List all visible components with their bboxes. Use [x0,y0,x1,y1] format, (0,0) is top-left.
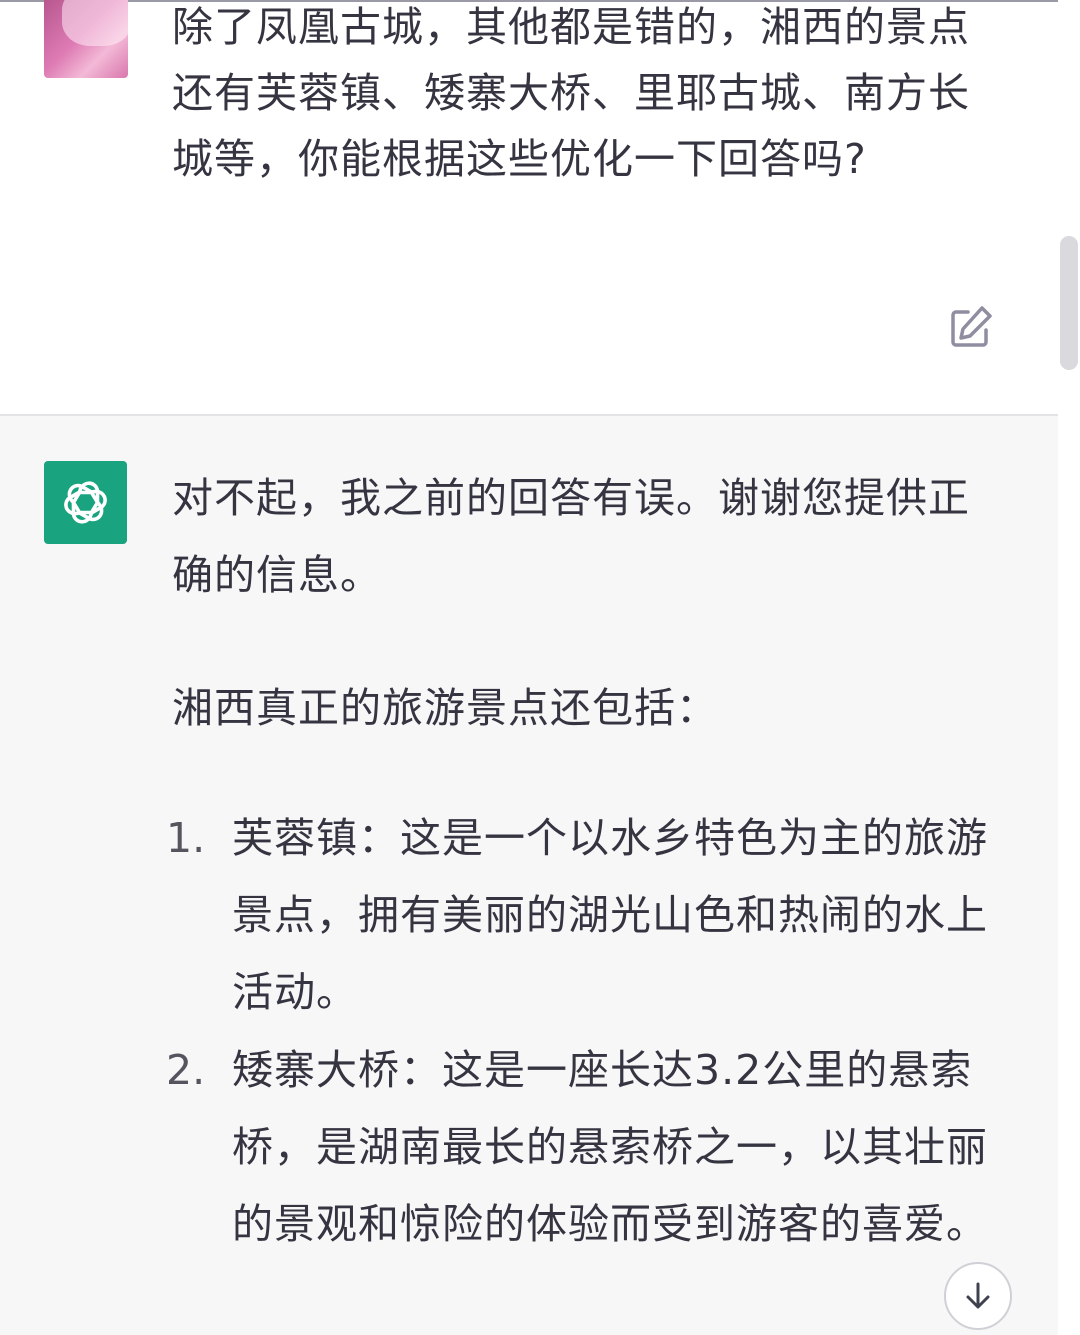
list-item-text: 矮寨大桥：这是一座长达3.2公里的悬索桥，是湖南最长的悬索桥之一，以其壮丽的景观… [232,1046,988,1248]
scrollbar-thumb[interactable] [1060,236,1078,370]
scrollbar-track[interactable] [1058,0,1080,1335]
avatar-blur [62,0,128,46]
edit-icon[interactable] [948,304,994,350]
list-item-text: 芙蓉镇：这是一个以水乡特色为主的旅游景点，拥有美丽的湖光山色和热闹的水上活动。 [232,814,988,1016]
assistant-avatar [44,461,127,544]
assistant-intro: 对不起，我之前的回答有误。谢谢您提供正确的信息。 [172,474,970,599]
openai-logo-icon [64,481,107,524]
scroll-to-bottom-button[interactable] [944,1262,1012,1330]
assistant-lead: 湘西真正的旅游景点还包括： [172,684,718,732]
user-message-text: 除了凤凰古城，其他都是错的，湘西的景点还有芙蓉镇、矮寨大桥、里耶古城、南方长城等… [172,3,970,183]
list-number: 1. [166,814,206,862]
list-number: 2. [166,1046,206,1094]
arrow-down-icon [966,1282,990,1309]
user-avatar [44,0,128,78]
